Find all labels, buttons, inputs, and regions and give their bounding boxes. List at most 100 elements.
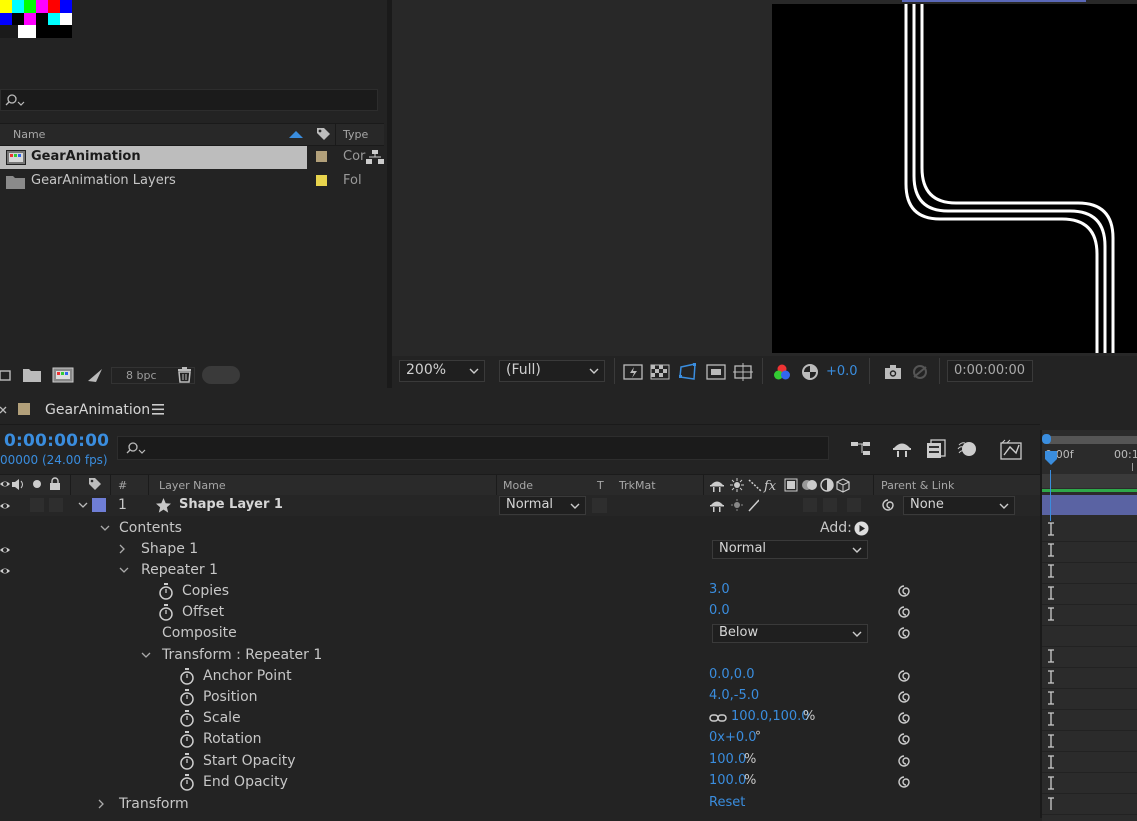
rotation-property-row[interactable]: Rotation 0x+0.0 ° xyxy=(0,729,1040,750)
reset-exposure-icon[interactable] xyxy=(800,362,820,382)
current-time-display[interactable]: 0:00:00:00 xyxy=(947,360,1033,382)
chevron-right-icon[interactable] xyxy=(98,799,105,809)
new-composition-icon[interactable] xyxy=(52,367,74,383)
fast-previews-icon[interactable] xyxy=(623,362,643,382)
solo-icon[interactable] xyxy=(32,479,42,489)
label-tag-icon[interactable] xyxy=(315,126,331,142)
work-area-bar[interactable] xyxy=(1044,436,1137,444)
draft-3d-icon[interactable] xyxy=(891,439,913,459)
project-item-folder[interactable]: GearAnimation Layers Fol xyxy=(0,170,384,193)
flowchart-icon[interactable] xyxy=(366,149,384,165)
parent-dropdown[interactable]: None xyxy=(903,496,1015,515)
copies-property-row[interactable]: Copies 3.0 xyxy=(0,581,1040,602)
shape1-blend-mode-dropdown[interactable]: Normal xyxy=(712,540,868,559)
bit-depth-button[interactable]: 8 bpc xyxy=(126,369,157,382)
lock-icon[interactable] xyxy=(49,477,61,491)
chevron-down-icon[interactable] xyxy=(141,652,151,659)
layer-name[interactable]: Shape Layer 1 xyxy=(179,497,283,512)
end-opacity-property-row[interactable]: End Opacity 100.0 % xyxy=(0,772,1040,793)
stopwatch-icon[interactable] xyxy=(179,689,195,706)
render-queue-icon[interactable] xyxy=(86,367,104,383)
layer-row[interactable]: 1 Shape Layer 1 Normal None xyxy=(0,495,1040,516)
add-menu-icon[interactable] xyxy=(854,521,869,536)
pick-whip-icon[interactable] xyxy=(896,710,912,726)
grid-guides-icon[interactable] xyxy=(733,362,753,382)
composite-dropdown[interactable]: Below xyxy=(712,624,868,643)
layer-duration-bar[interactable] xyxy=(1042,495,1137,515)
camera-snapshot-icon[interactable] xyxy=(883,362,903,382)
video-visibility-icon[interactable] xyxy=(0,501,10,511)
playhead-icon[interactable] xyxy=(1044,450,1058,472)
position-property-row[interactable]: Position 4.0,-5.0 xyxy=(0,687,1040,708)
transform-repeater-group-row[interactable]: Transform : Repeater 1 xyxy=(0,645,1040,666)
pick-whip-icon[interactable] xyxy=(896,689,912,705)
anchor-point-property-row[interactable]: Anchor Point 0.0,0.0 xyxy=(0,666,1040,687)
scale-value[interactable]: 100.0,100.0 xyxy=(731,709,810,724)
composition-canvas[interactable] xyxy=(772,4,1137,353)
shape1-group-row[interactable]: Shape 1 Normal xyxy=(0,539,1040,560)
visibility-eye-icon[interactable] xyxy=(0,566,10,576)
stopwatch-icon[interactable] xyxy=(179,731,195,748)
offset-value[interactable]: 0.0 xyxy=(709,603,730,618)
offset-property-row[interactable]: Offset 0.0 xyxy=(0,602,1040,623)
region-of-interest-icon[interactable] xyxy=(706,362,726,382)
column-layer-name-header[interactable]: Layer Name xyxy=(159,479,226,492)
layer-label-swatch[interactable] xyxy=(92,498,106,512)
pick-whip-icon[interactable] xyxy=(880,497,896,513)
copies-value[interactable]: 3.0 xyxy=(709,582,730,597)
blend-mode-dropdown[interactable]: Normal xyxy=(499,496,586,515)
label-color-swatch[interactable] xyxy=(316,175,327,186)
show-snapshot-icon[interactable] xyxy=(910,362,930,382)
preserve-transparency-toggle[interactable] xyxy=(592,498,607,513)
pick-whip-icon[interactable] xyxy=(896,625,912,641)
sort-ascending-icon[interactable] xyxy=(288,129,304,139)
pick-whip-icon[interactable] xyxy=(896,774,912,790)
layer-switch-icons[interactable] xyxy=(709,497,759,513)
project-search-input[interactable] xyxy=(0,89,378,111)
position-value[interactable]: 4.0,-5.0 xyxy=(709,688,759,703)
panel-menu-icon[interactable] xyxy=(152,404,164,415)
channels-icon[interactable] xyxy=(772,362,792,382)
pick-whip-icon[interactable] xyxy=(896,753,912,769)
chevron-right-icon[interactable] xyxy=(119,544,126,554)
transform-reset-link[interactable]: Reset xyxy=(709,795,745,810)
trash-icon[interactable] xyxy=(177,367,192,383)
work-area-start-handle[interactable] xyxy=(1042,434,1051,444)
start-opacity-value[interactable]: 100.0 xyxy=(709,752,746,767)
column-type-header[interactable]: Type xyxy=(343,128,368,141)
timeline-search-input[interactable] xyxy=(117,436,829,460)
video-visibility-icon[interactable] xyxy=(0,479,10,489)
repeater-group-row[interactable]: Repeater 1 xyxy=(0,560,1040,581)
stopwatch-icon[interactable] xyxy=(179,753,195,770)
stopwatch-icon[interactable] xyxy=(158,604,174,621)
stopwatch-icon[interactable] xyxy=(158,583,174,600)
scale-property-row[interactable]: Scale 100.0,100.0 % xyxy=(0,708,1040,729)
composite-property-row[interactable]: Composite Below xyxy=(0,623,1040,644)
new-folder-icon[interactable] xyxy=(23,368,41,382)
constrain-proportions-link-icon[interactable] xyxy=(709,713,727,723)
pick-whip-icon[interactable] xyxy=(896,604,912,620)
rotation-value[interactable]: 0x+0.0 xyxy=(709,730,757,745)
mask-visibility-icon[interactable] xyxy=(678,362,698,382)
transform-group-row[interactable]: Transform Reset xyxy=(0,794,1040,815)
chevron-down-icon[interactable] xyxy=(78,502,88,509)
label-tag-icon[interactable] xyxy=(88,477,102,491)
exposure-value[interactable]: +0.0 xyxy=(826,364,858,379)
stopwatch-icon[interactable] xyxy=(179,668,195,685)
visibility-eye-icon[interactable] xyxy=(0,545,10,555)
contents-group-row[interactable]: Contents Add: xyxy=(0,518,1040,539)
composition-mini-flowchart-icon[interactable] xyxy=(850,439,872,459)
project-scroll-handle[interactable] xyxy=(202,366,240,384)
chevron-down-icon[interactable] xyxy=(119,567,129,574)
resolution-dropdown[interactable]: (Full) xyxy=(499,360,605,382)
transparency-grid-icon[interactable] xyxy=(650,362,670,382)
start-opacity-property-row[interactable]: Start Opacity 100.0 % xyxy=(0,751,1040,772)
end-opacity-value[interactable]: 100.0 xyxy=(709,773,746,788)
pick-whip-icon[interactable] xyxy=(896,731,912,747)
time-graph[interactable]: 0:00f 00:1 xyxy=(1040,430,1137,821)
frame-blending-icon[interactable] xyxy=(925,438,947,460)
audio-icon[interactable] xyxy=(11,478,25,491)
interpret-footage-icon[interactable] xyxy=(0,368,12,382)
stopwatch-icon[interactable] xyxy=(179,774,195,791)
chevron-down-icon[interactable] xyxy=(100,525,110,532)
